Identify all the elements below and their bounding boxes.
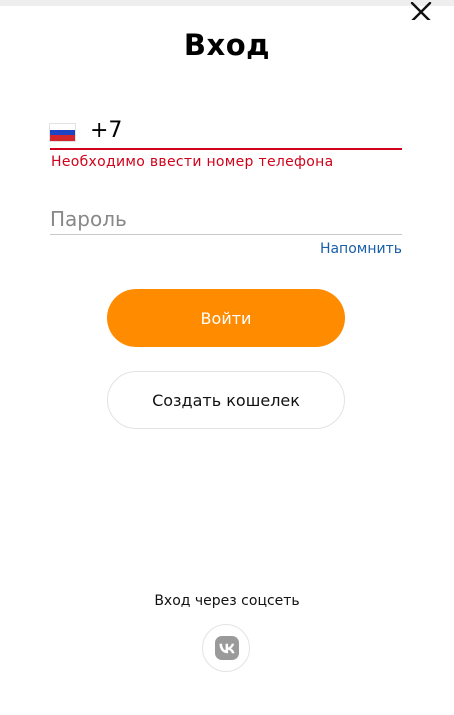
- remind-password-link[interactable]: Напомнить: [320, 241, 402, 257]
- login-button[interactable]: Войти: [107, 289, 345, 347]
- password-input[interactable]: [50, 204, 400, 234]
- close-icon[interactable]: [408, 2, 434, 20]
- page-title: Вход: [183, 28, 271, 62]
- top-strip: [0, 0, 454, 6]
- password-field: [50, 202, 402, 235]
- create-wallet-button[interactable]: Создать кошелек: [107, 371, 345, 429]
- social-login-label: Вход через соцсеть: [154, 593, 300, 609]
- phone-field: [50, 112, 402, 150]
- vk-icon: [215, 636, 239, 660]
- russia-flag-icon[interactable]: [50, 124, 75, 141]
- phone-error-message: Необходимо ввести номер телефона: [51, 154, 334, 170]
- login-screen: Вход Необходимо ввести номер телефона На…: [0, 0, 454, 715]
- vk-login-button[interactable]: [202, 624, 250, 672]
- phone-input[interactable]: [90, 114, 390, 146]
